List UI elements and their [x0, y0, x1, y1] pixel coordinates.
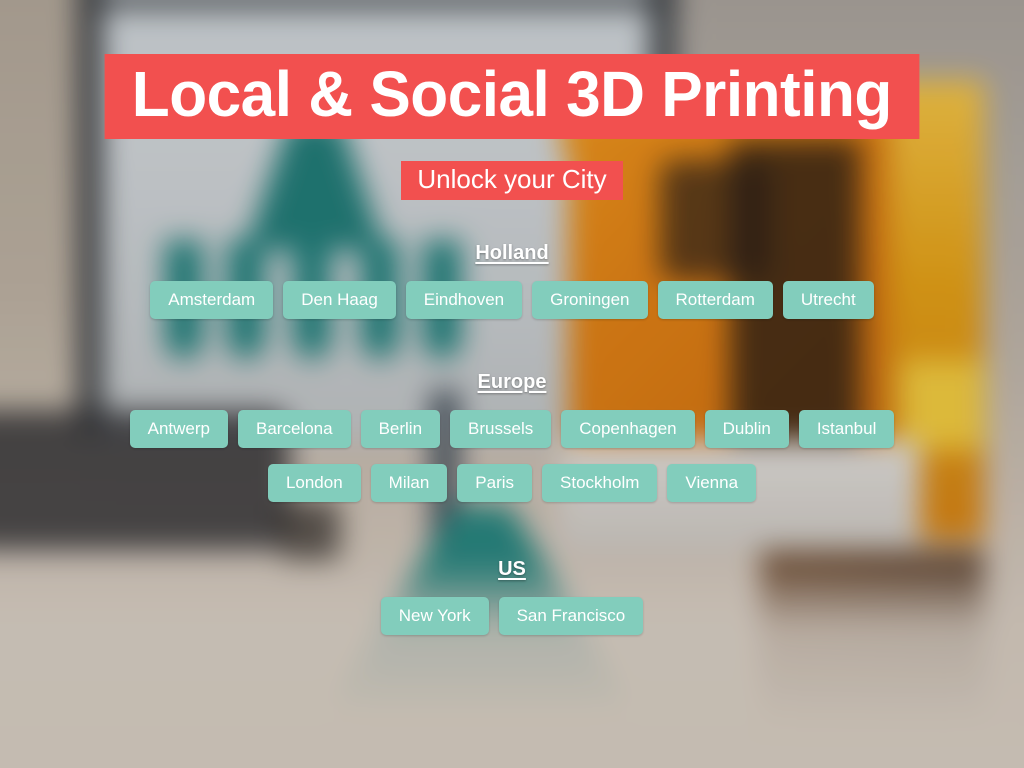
city-button-den-haag[interactable]: Den Haag — [283, 281, 396, 320]
city-button-row: New York San Francisco — [0, 597, 1024, 636]
city-button-berlin[interactable]: Berlin — [360, 410, 441, 449]
city-button-row: Amsterdam Den Haag Eindhoven Groningen Rotte… — [0, 281, 1024, 320]
city-button-istanbul[interactable]: Istanbul — [798, 410, 895, 449]
page-title: Local & Social 3D Printing — [104, 54, 920, 140]
city-button-barcelona[interactable]: Barcelona — [238, 410, 351, 449]
city-button-groningen[interactable]: Groningen — [532, 281, 648, 320]
page-subtitle: Unlock your City — [401, 161, 623, 201]
city-button-amsterdam[interactable]: Amsterdam — [150, 281, 274, 320]
group-heading-us: US — [498, 558, 526, 581]
city-button-eindhoven[interactable]: Eindhoven — [405, 281, 523, 320]
group-heading-holland: Holland — [475, 242, 549, 265]
city-button-antwerp[interactable]: Antwerp — [129, 410, 229, 449]
city-button-rotterdam[interactable]: Rotterdam — [657, 281, 773, 320]
city-group-europe: Europe Antwerp Barcelona Berlin Brussels Cop… — [0, 371, 1024, 503]
city-group-us: US New York San Francisco — [0, 558, 1024, 636]
group-heading-europe: Europe — [477, 371, 547, 394]
city-button-row: Antwerp Barcelona Berlin Brussels Copenhagen… — [0, 410, 1024, 449]
city-button-milan[interactable]: Milan — [370, 464, 448, 503]
city-button-brussels[interactable]: Brussels — [450, 410, 552, 449]
city-button-new-york[interactable]: New York — [380, 597, 489, 636]
city-button-san-francisco[interactable]: San Francisco — [498, 597, 644, 636]
city-button-paris[interactable]: Paris — [457, 464, 533, 503]
city-button-dublin[interactable]: Dublin — [704, 410, 789, 449]
city-button-stockholm[interactable]: Stockholm — [542, 464, 658, 503]
subtitle-row: Unlock your City — [0, 161, 1024, 201]
page-content: Local & Social 3D Printing Unlock your C… — [0, 0, 1024, 768]
city-button-vienna[interactable]: Vienna — [667, 464, 757, 503]
city-button-utrecht[interactable]: Utrecht — [782, 281, 874, 320]
city-group-holland: Holland Amsterdam Den Haag Eindhoven Gronin… — [0, 242, 1024, 320]
city-button-london[interactable]: London — [267, 464, 361, 503]
city-button-row: London Milan Paris Stockholm Vienna — [0, 464, 1024, 503]
city-button-copenhagen[interactable]: Copenhagen — [561, 410, 695, 449]
